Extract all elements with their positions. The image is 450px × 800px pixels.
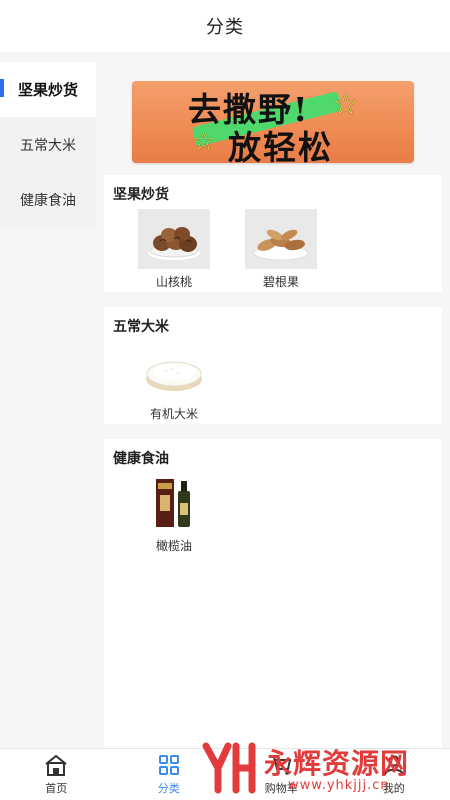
page-title: 分类: [206, 17, 244, 38]
tab-label: 购物车: [264, 782, 298, 795]
star-icon: ☆: [332, 87, 359, 122]
rice-bowl-image: [138, 341, 210, 401]
product-name: 碧根果: [262, 275, 299, 289]
category-grid-icon: [157, 753, 181, 777]
product-name: 有机大米: [149, 407, 198, 421]
sidebar-item-label: 坚果炒货: [17, 81, 78, 99]
promo-banner[interactable]: ☆ ☆ 去撒野! 放轻松: [132, 81, 414, 163]
app-root: 分类 坚果炒货 五常大米 健康食油 ☆ ☆ 去撒野! 放轻松 坚果炒货 山核桃 …: [0, 0, 450, 800]
top-nav-bar: 分类: [0, 0, 450, 52]
category-content: ☆ ☆ 去撒野! 放轻松 坚果炒货 山核桃 碧根果 五常大米 有机大米 健康食油…: [96, 62, 450, 748]
sidebar-item-oil[interactable]: 健康食油: [0, 172, 96, 227]
sidebar-item-label: 健康食油: [20, 192, 76, 209]
section-title: 五常大米: [113, 319, 169, 335]
tab-label: 我的: [382, 782, 405, 795]
tab-category[interactable]: 分类: [113, 749, 226, 800]
product-item[interactable]: 山核桃: [134, 209, 214, 290]
bottom-tab-bar: 首页 分类 购物车 我的: [0, 748, 450, 800]
cart-icon: [269, 753, 293, 777]
olive-oil-image: [138, 473, 210, 533]
product-item[interactable]: 橄榄油: [134, 473, 214, 554]
sidebar-item-label: 五常大米: [20, 137, 76, 154]
section-title: 坚果炒货: [113, 187, 169, 203]
banner-text-line2: 放轻松: [228, 128, 333, 163]
user-icon: [382, 753, 406, 777]
product-name: 橄榄油: [155, 539, 192, 553]
product-name: 山核桃: [155, 275, 192, 289]
category-sidebar: 坚果炒货 五常大米 健康食油: [0, 62, 96, 228]
tab-profile[interactable]: 我的: [338, 749, 450, 800]
pecans-image: [138, 209, 210, 269]
category-section-oil: 健康食油 橄榄油: [104, 439, 442, 748]
category-section-rice: 五常大米 有机大米: [104, 307, 442, 424]
sidebar-item-nuts[interactable]: 坚果炒货: [0, 62, 96, 117]
tab-cart[interactable]: 购物车: [225, 749, 338, 800]
product-item[interactable]: 有机大米: [134, 341, 214, 422]
product-item[interactable]: 碧根果: [241, 209, 321, 290]
brazil-nuts-image: [245, 209, 317, 269]
tab-label: 分类: [157, 782, 180, 795]
category-section-nuts: 坚果炒货 山核桃 碧根果: [104, 175, 442, 292]
home-icon: [44, 753, 68, 777]
star-icon: ☆: [192, 127, 216, 157]
tab-home[interactable]: 首页: [0, 749, 113, 800]
tab-label: 首页: [45, 782, 68, 795]
sidebar-item-rice[interactable]: 五常大米: [0, 117, 96, 172]
section-title: 健康食油: [113, 451, 169, 467]
